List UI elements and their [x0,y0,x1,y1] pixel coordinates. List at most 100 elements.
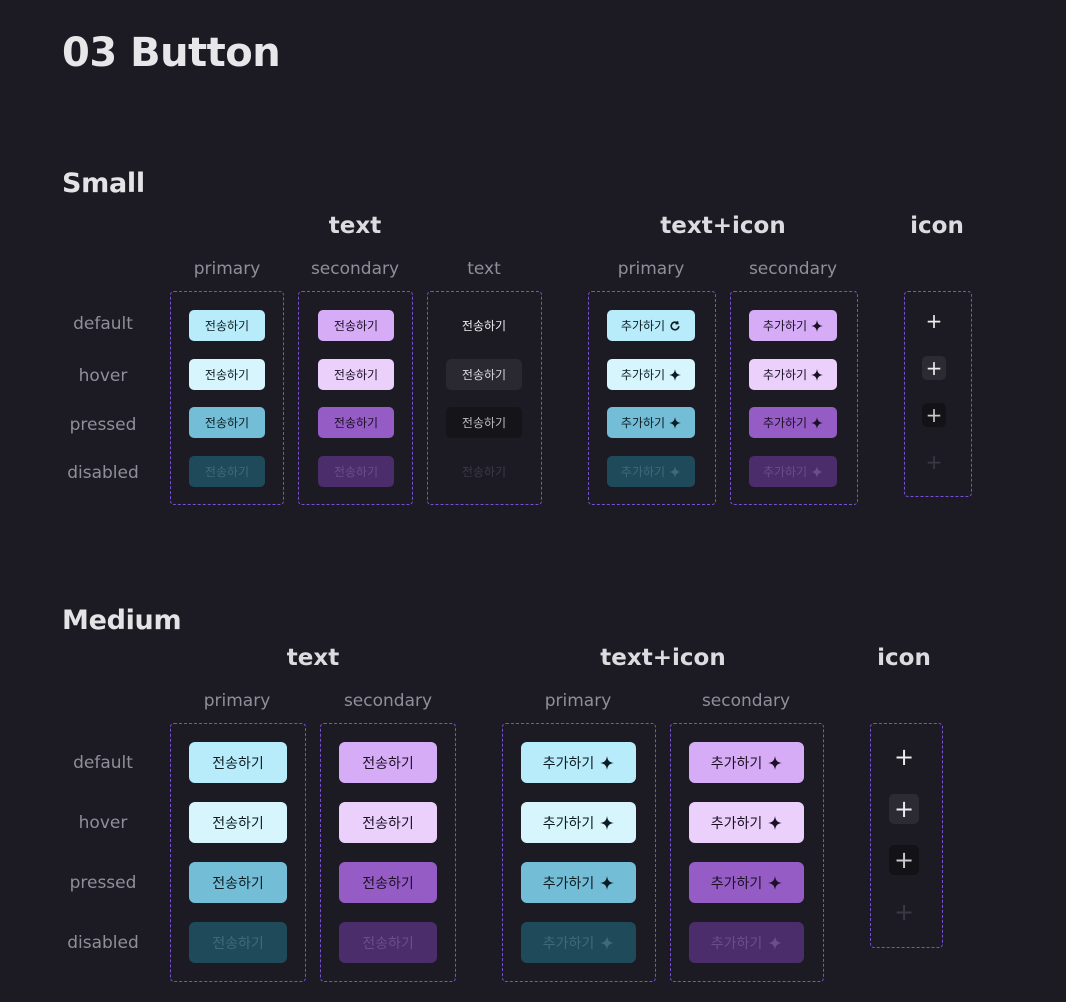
add-button[interactable]: 추가하기 [521,922,636,963]
sparkle-icon [600,875,615,890]
add-button-label: 추가하기 [542,875,595,892]
send-button[interactable]: 전송하기 [339,922,437,963]
plus-icon-button[interactable]: + [922,450,946,474]
send-button[interactable]: 전송하기 [318,359,394,390]
column-title-primary: primary [193,259,261,279]
send-button[interactable]: 전송하기 [189,922,287,963]
row-label-pressed: pressed [69,873,137,893]
row-label-default: default [73,314,133,334]
add-button-label: 추가하기 [710,755,763,772]
add-button-label: 추가하기 [620,368,666,382]
send-button[interactable]: 전송하기 [446,456,522,487]
add-button[interactable]: 추가하기 [749,310,837,341]
add-button[interactable]: 추가하기 [689,862,804,903]
group-title-text-icon: text+icon [600,645,726,671]
plus-icon-button[interactable]: + [889,897,919,927]
plus-icon-button[interactable]: + [889,794,919,824]
add-button-label: 추가하기 [762,319,808,333]
send-button[interactable]: 전송하기 [318,407,394,438]
send-button[interactable]: 전송하기 [446,407,522,438]
group-title-icon: icon [877,645,931,671]
group-title-icon: icon [910,213,964,239]
sparkle-icon [811,368,824,381]
send-button[interactable]: 전송하기 [339,742,437,783]
sparkle-icon [600,935,615,950]
row-label-pressed: pressed [69,415,137,435]
send-button[interactable]: 전송하기 [339,802,437,843]
sparkle-icon [768,815,783,830]
column-title-secondary: secondary [701,691,791,711]
add-button-label: 추가하기 [762,368,808,382]
add-button[interactable]: 추가하기 [521,742,636,783]
sparkle-icon [811,465,824,478]
page-title: 03 Button [62,30,281,76]
send-button[interactable]: 전송하기 [189,802,287,843]
plus-icon-button[interactable]: + [889,845,919,875]
refresh-icon [670,320,680,331]
sparkle-icon [669,368,682,381]
add-button[interactable]: 추가하기 [521,862,636,903]
add-button[interactable]: 추가하기 [689,742,804,783]
add-button[interactable]: 추가하기 [607,359,695,390]
add-button[interactable]: 추가하기 [607,456,695,487]
send-button[interactable]: 전송하기 [189,407,265,438]
add-button-label: 추가하기 [542,935,595,952]
add-button-label: 추가하기 [710,815,763,832]
sparkle-icon [669,465,682,478]
plus-icon-button[interactable]: + [922,356,946,380]
add-button[interactable]: 추가하기 [749,359,837,390]
plus-icon: + [925,450,943,474]
sparkle-icon [600,755,615,770]
plus-icon: + [893,743,915,771]
column-title-primary: primary [617,259,685,279]
send-button[interactable]: 전송하기 [189,456,265,487]
sparkle-icon [811,319,824,332]
add-button[interactable]: 추가하기 [749,456,837,487]
column-title-secondary: secondary [343,691,433,711]
add-button-label: 추가하기 [620,319,666,333]
add-button[interactable]: 추가하기 [689,802,804,843]
row-label-hover: hover [78,366,128,386]
add-button-label: 추가하기 [710,875,763,892]
row-label-default: default [73,753,133,773]
send-button[interactable]: 전송하기 [318,310,394,341]
column-title-primary: primary [544,691,612,711]
plus-icon: + [925,309,943,333]
send-button[interactable]: 전송하기 [446,359,522,390]
column-title-primary: primary [203,691,271,711]
sparkle-icon [669,416,682,429]
add-button-label: 추가하기 [620,465,666,479]
add-button[interactable]: 추가하기 [607,407,695,438]
plus-icon-button[interactable]: + [889,742,919,772]
plus-icon: + [893,795,915,823]
add-button[interactable]: 추가하기 [607,310,695,341]
plus-icon: + [893,846,915,874]
sparkle-icon [768,935,783,950]
send-button[interactable]: 전송하기 [189,862,287,903]
add-button[interactable]: 추가하기 [521,802,636,843]
plus-icon: + [925,403,943,427]
plus-icon-button[interactable]: + [922,309,946,333]
row-label-disabled: disabled [67,933,139,953]
send-button[interactable]: 전송하기 [339,862,437,903]
plus-icon-button[interactable]: + [922,403,946,427]
add-button-label: 추가하기 [762,465,808,479]
add-button-label: 추가하기 [710,935,763,952]
column-title-secondary: secondary [748,259,838,279]
plus-icon: + [925,356,943,380]
send-button[interactable]: 전송하기 [318,456,394,487]
send-button[interactable]: 전송하기 [446,310,522,341]
add-button[interactable]: 추가하기 [689,922,804,963]
plus-icon: + [893,898,915,926]
sparkle-icon [600,815,615,830]
section-title-medium: Medium [62,605,182,636]
add-button-label: 추가하기 [542,815,595,832]
row-label-hover: hover [78,813,128,833]
add-button-label: 추가하기 [762,416,808,430]
send-button[interactable]: 전송하기 [189,742,287,783]
add-button[interactable]: 추가하기 [749,407,837,438]
group-title-text-icon: text+icon [660,213,786,239]
send-button[interactable]: 전송하기 [189,310,265,341]
sparkle-icon [768,755,783,770]
send-button[interactable]: 전송하기 [189,359,265,390]
